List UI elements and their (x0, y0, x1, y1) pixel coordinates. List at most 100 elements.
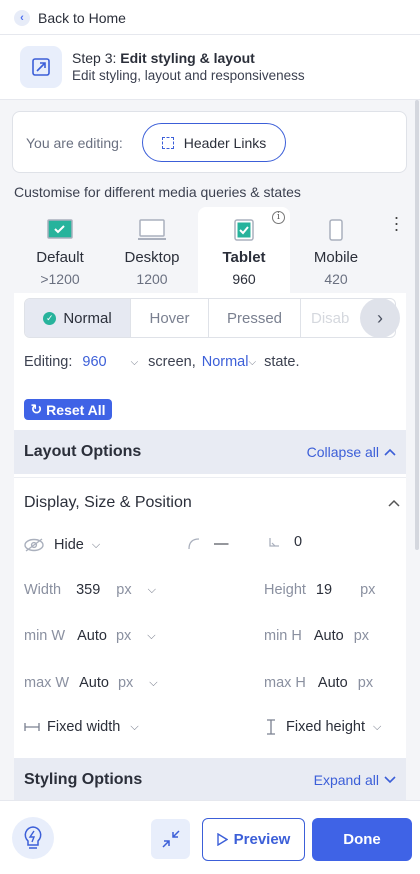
state-tab-hover[interactable]: Hover (131, 299, 209, 337)
collapse-all-label: Collapse all (306, 444, 379, 460)
chevron-right-icon[interactable]: › (360, 298, 400, 338)
desktop-icon (138, 219, 166, 246)
width-arrows-icon (24, 723, 40, 731)
state-label: Disab (311, 309, 350, 327)
device-name: Desktop (124, 249, 180, 266)
section-title: Display, Size & Position (24, 494, 192, 511)
mobile-icon (329, 219, 343, 246)
chevron-down-icon: ⌵ (91, 538, 101, 551)
device-width: 420 (324, 271, 348, 287)
collapse-panel-button[interactable] (151, 819, 190, 859)
chevron-left-icon: ‹ (14, 10, 30, 26)
eye-slash-icon (24, 538, 44, 552)
device-tab-mobile[interactable]: Mobile 420 (290, 207, 382, 293)
check-icon: ✓ (43, 311, 57, 325)
max-width-unit[interactable]: px (118, 675, 133, 691)
min-height-label: min H (264, 628, 302, 644)
preview-button[interactable]: Preview (202, 818, 305, 861)
height-label: Height (264, 582, 306, 598)
state-label: Pressed (226, 309, 283, 327)
height-input[interactable]: 19 (316, 582, 332, 598)
layout-options-header: Layout Options Collapse all (14, 430, 406, 474)
min-height-field: min H Auto px (264, 628, 369, 644)
height-unit[interactable]: px (360, 582, 375, 598)
offset-field[interactable]: 0 (268, 534, 302, 550)
radius-field[interactable]: — (188, 536, 229, 552)
done-button[interactable]: Done (312, 818, 412, 861)
device-tab-desktop[interactable]: Desktop 1200 (106, 207, 198, 293)
display-section-header[interactable]: Display, Size & Position (24, 494, 400, 512)
scrollbar[interactable] (415, 100, 419, 550)
chevron-down-icon[interactable]: ⌵ (131, 357, 139, 368)
more-options-icon[interactable]: · · · (390, 208, 402, 238)
editing-card: You are editing: Header Links (12, 111, 407, 173)
fixed-width-select[interactable]: Fixed width ⌵ (24, 719, 139, 735)
fixed-height-select[interactable]: Fixed height ⌵ (266, 719, 381, 735)
device-name: Default (36, 249, 84, 266)
section-title: Styling Options (24, 771, 143, 788)
chevron-down-icon (384, 776, 396, 784)
state-tabs: ✓ Normal Hover Pressed Disab (24, 298, 396, 338)
expand-all-label: Expand all (313, 772, 379, 788)
collapse-all-button[interactable]: Collapse all (307, 444, 396, 460)
min-width-unit[interactable]: px (116, 628, 131, 644)
device-tab-default[interactable]: Default >1200 (14, 207, 106, 293)
element-selector-button[interactable]: Header Links (142, 123, 286, 162)
corner-radius-icon (188, 538, 200, 550)
max-width-label: max W (24, 675, 70, 691)
minimize-icon (161, 830, 180, 848)
max-height-input[interactable]: Auto (318, 675, 348, 691)
back-to-home-link[interactable]: ‹ Back to Home (14, 8, 126, 28)
chevron-down-icon: ⌵ (130, 720, 139, 733)
min-height-input[interactable]: Auto (314, 628, 344, 644)
step-subtitle: Edit styling, layout and responsiveness (72, 68, 305, 83)
reset-all-button[interactable]: ↻ Reset All (24, 399, 112, 420)
min-width-input[interactable]: Auto (77, 628, 107, 644)
min-width-label: min W (24, 628, 66, 644)
fixed-width-label: Fixed width (47, 719, 121, 735)
state-select[interactable]: Normal (202, 354, 249, 370)
hide-select[interactable]: Hide ⌵ (24, 537, 100, 553)
screen-suffix: screen, (148, 354, 196, 370)
default-screen-icon (47, 219, 73, 244)
step-title: Step 3: Edit styling & layout (72, 50, 255, 66)
width-unit[interactable]: px (116, 582, 131, 598)
state-label: Hover (149, 309, 190, 327)
preview-label: Preview (233, 831, 291, 848)
max-width-input[interactable]: Auto (79, 675, 109, 691)
device-name: Mobile (313, 249, 359, 266)
customise-label: Customise for different media queries & … (14, 184, 301, 200)
chevron-down-icon[interactable]: ⌵ (147, 630, 155, 643)
height-field: Height 19 px (264, 582, 375, 598)
styling-options-header: Styling Options Expand all (14, 758, 406, 802)
max-height-unit[interactable]: px (358, 675, 373, 691)
chevron-up-icon (388, 499, 400, 507)
chevron-down-icon[interactable]: ⌵ (149, 677, 157, 690)
state-tab-normal[interactable]: ✓ Normal (25, 299, 131, 337)
width-input[interactable]: 359 (76, 582, 100, 598)
step-header: Step 3: Edit styling & layout Edit styli… (0, 35, 420, 99)
edit-layout-icon (20, 46, 62, 88)
play-icon (216, 833, 228, 846)
max-height-label: max H (264, 675, 306, 691)
chevron-down-icon[interactable]: ⌵ (148, 584, 156, 597)
chevron-down-icon: ⌵ (373, 720, 382, 733)
width-field: Width 359 px ⌵ (24, 582, 156, 598)
state-tab-pressed[interactable]: Pressed (209, 299, 301, 337)
screen-select[interactable]: 960 (82, 354, 106, 370)
device-name: Tablet (222, 249, 266, 266)
editing-prefix: Editing: (24, 354, 73, 370)
width-label: Width (24, 582, 62, 598)
chevron-down-icon[interactable]: ⌵ (248, 357, 256, 368)
device-width: >1200 (40, 271, 80, 287)
max-width-field: max W Auto px ⌵ (24, 675, 158, 691)
radius-value: — (214, 536, 229, 552)
offset-value: 0 (294, 534, 303, 550)
expand-all-button[interactable]: Expand all (314, 772, 396, 788)
info-icon[interactable]: i (272, 211, 285, 224)
lightbulb-icon[interactable] (12, 817, 54, 859)
min-height-unit[interactable]: px (354, 628, 369, 644)
back-label: Back to Home (38, 10, 126, 26)
chevron-up-icon (384, 448, 396, 456)
element-outline-icon (161, 136, 174, 149)
